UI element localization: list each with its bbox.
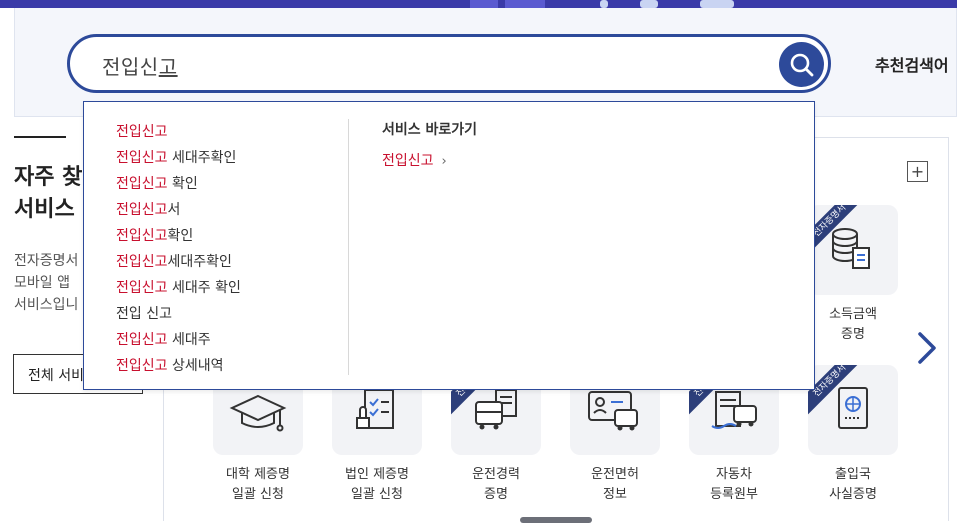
suggestion-list: 전입신고 전입신고 세대주확인 전입신고 확인 전입신고서 전입신고확인 전입신…: [116, 119, 241, 379]
autocomplete-dropdown: 전입신고 전입신고 세대주확인 전입신고 확인 전입신고서 전입신고확인 전입신…: [83, 101, 815, 390]
database-document-icon: [832, 228, 870, 269]
top-banner-strip: [0, 0, 957, 8]
section-accent-line: [14, 136, 66, 138]
chevron-right-icon: ›: [441, 154, 447, 169]
carousel-indicator[interactable]: [520, 517, 592, 523]
service-shortcut-title: 서비스 바로가기: [382, 122, 478, 138]
chevron-right-icon[interactable]: [914, 330, 940, 366]
suggestion-item[interactable]: 전입신고: [116, 119, 241, 145]
banner-stripe: [470, 0, 498, 8]
service-label: 운전면허 정보: [591, 467, 639, 502]
suggestion-item[interactable]: 전입신고세대주확인: [116, 249, 241, 275]
section-description: 전자증명서 모바일 앱 서비스입니: [14, 253, 79, 313]
suggestion-item[interactable]: 전입신고 상세내역: [116, 353, 241, 379]
service-label: 출입국 사실증명: [829, 467, 877, 502]
passport-icon: [838, 387, 868, 429]
banner-highlight: [640, 0, 658, 8]
suggestion-item[interactable]: 전입신고 세대주 확인: [116, 275, 241, 301]
service-label: 법인 제증명 일괄 신청: [345, 467, 409, 502]
search-icon: [790, 53, 813, 76]
suggestion-item[interactable]: 전입 신고: [116, 301, 241, 327]
suggestion-item[interactable]: 전입신고 세대주: [116, 327, 241, 353]
service-label: 자동차 등록원부: [710, 467, 758, 502]
service-label: 운전경력 증명: [472, 467, 520, 502]
dropdown-divider: [348, 119, 349, 375]
search-query-text[interactable]: 전입신고: [102, 51, 178, 80]
plus-button[interactable]: +: [907, 161, 928, 182]
section-title: 자주 찾 서비스: [14, 165, 83, 222]
service-label: 대학 제증명 일괄 신청: [226, 467, 290, 502]
service-shortcut-link[interactable]: 전입신고 ›: [382, 150, 447, 170]
suggestion-item[interactable]: 전입신고 확인: [116, 171, 241, 197]
banner-highlight: [700, 0, 734, 8]
banner-highlight: [600, 0, 608, 8]
suggestion-item[interactable]: 전입신고 세대주확인: [116, 145, 241, 171]
search-button[interactable]: [779, 42, 824, 87]
banner-stripe: [505, 0, 545, 8]
service-tile[interactable]: 전자증명서: [808, 365, 898, 455]
search-input[interactable]: 전입신고: [67, 34, 831, 93]
service-tile[interactable]: 전자증명서: [808, 205, 898, 295]
suggestion-item[interactable]: 전입신고서: [116, 197, 241, 223]
suggestion-item[interactable]: 전입신고확인: [116, 223, 241, 249]
recommended-keywords-label: 추천검색어: [875, 56, 949, 75]
